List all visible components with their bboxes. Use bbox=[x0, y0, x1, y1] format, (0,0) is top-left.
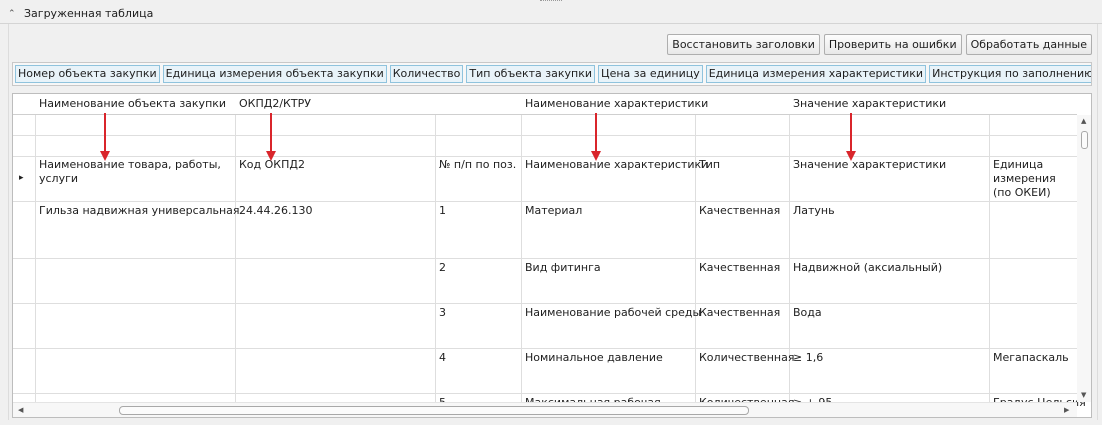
vertical-scrollbar[interactable]: ▲ ▼ bbox=[1077, 115, 1091, 402]
grid-cell[interactable]: Надвижной (аксиальный) bbox=[793, 261, 942, 275]
grid-cell[interactable]: Количественная bbox=[699, 351, 794, 365]
column-divider bbox=[435, 94, 436, 402]
field-chip-bar: Номер объекта закупки Единица измерения … bbox=[12, 62, 1092, 86]
vertical-scroll-thumb[interactable] bbox=[1081, 131, 1088, 149]
column-header[interactable]: Наименование объекта закупки bbox=[39, 97, 226, 111]
grid-cell[interactable]: Значение характеристики bbox=[793, 158, 946, 172]
row-divider bbox=[13, 303, 1077, 304]
row-divider bbox=[13, 156, 1077, 157]
column-divider bbox=[695, 94, 696, 402]
field-chip[interactable]: Тип объекта закупки bbox=[466, 65, 596, 83]
grid-cell[interactable]: 4 bbox=[439, 351, 446, 365]
row-divider bbox=[13, 201, 1077, 202]
grid-cell[interactable]: Материал bbox=[525, 204, 582, 218]
process-data-button[interactable]: Обработать данные bbox=[965, 34, 1092, 55]
splitter-grip[interactable] bbox=[540, 0, 562, 3]
row-divider bbox=[13, 135, 1077, 136]
red-arrow-down-icon bbox=[266, 113, 276, 161]
column-divider bbox=[521, 94, 522, 402]
current-row-indicator-icon: ▸ bbox=[19, 173, 24, 183]
row-divider bbox=[13, 393, 1077, 394]
grid-cell[interactable]: № п/п по поз. bbox=[439, 158, 516, 172]
grid-cell[interactable]: Номинальное давление bbox=[525, 351, 663, 365]
field-chip[interactable]: Количество bbox=[389, 65, 464, 83]
grid-cell[interactable]: Качественная bbox=[699, 204, 780, 218]
restore-headers-button[interactable]: Восстановить заголовки bbox=[667, 34, 820, 55]
scroll-up-icon[interactable]: ▲ bbox=[1081, 117, 1086, 125]
scroll-right-icon[interactable]: ▶ bbox=[1064, 406, 1069, 414]
grid-cell[interactable]: Качественная bbox=[699, 261, 780, 275]
field-chip[interactable]: Единица измерения характеристики bbox=[705, 65, 927, 83]
grid-cell[interactable]: 1 bbox=[439, 204, 446, 218]
column-divider bbox=[35, 94, 36, 402]
field-chip[interactable]: Номер объекта закупки bbox=[15, 65, 160, 83]
row-divider bbox=[13, 258, 1077, 259]
red-arrow-down-icon bbox=[100, 113, 110, 161]
grid-cell[interactable]: Гильза надвижная универсальная bbox=[39, 204, 240, 218]
grid-cell[interactable]: Качественная bbox=[699, 306, 780, 320]
chevron-up-icon[interactable]: ⌃ bbox=[8, 9, 18, 19]
grid-cell[interactable]: Вода bbox=[793, 306, 822, 320]
check-errors-button[interactable]: Проверить на ошибки bbox=[823, 34, 962, 55]
grid-cell[interactable]: Латунь bbox=[793, 204, 835, 218]
red-arrow-down-icon bbox=[591, 113, 601, 161]
column-divider bbox=[989, 94, 990, 402]
column-divider bbox=[235, 94, 236, 402]
grid-cell[interactable]: ≥ 1,6 bbox=[793, 351, 823, 365]
grid-cell[interactable]: Наименование товара, работы, услуги bbox=[39, 158, 229, 186]
grid-cell[interactable]: 3 bbox=[439, 306, 446, 320]
horizontal-scrollbar[interactable]: ◀ ▶ bbox=[13, 402, 1077, 417]
grid-cell[interactable]: 24.44.26.130 bbox=[239, 204, 312, 218]
field-chip[interactable]: Цена за единицу bbox=[598, 65, 703, 83]
group-header[interactable]: ⌃ Загруженная таблица bbox=[0, 4, 1102, 24]
horizontal-scroll-thumb[interactable] bbox=[119, 406, 749, 415]
field-chip[interactable]: Инструкция по заполнению характеристик в… bbox=[929, 65, 1091, 83]
grid-cell[interactable]: 2 bbox=[439, 261, 446, 275]
group-title: Загруженная таблица bbox=[24, 7, 154, 20]
column-header[interactable]: Значение характеристики bbox=[793, 97, 946, 111]
grid-cell[interactable]: Вид фитинга bbox=[525, 261, 601, 275]
data-grid[interactable]: Наименование объекта закупки ОКПД2/КТРУ … bbox=[12, 93, 1092, 418]
column-header[interactable]: Наименование характеристики bbox=[525, 97, 708, 111]
grid-cell[interactable]: Наименование характеристики bbox=[525, 158, 708, 172]
scroll-down-icon[interactable]: ▼ bbox=[1081, 391, 1086, 399]
field-chip[interactable]: Единица измерения объекта закупки bbox=[162, 65, 387, 83]
grid-cell[interactable]: Мегапаскаль bbox=[993, 351, 1069, 365]
grid-cell[interactable]: Наименование рабочей среды bbox=[525, 306, 701, 320]
row-divider bbox=[13, 348, 1077, 349]
scroll-left-icon[interactable]: ◀ bbox=[18, 406, 23, 414]
grid-cell[interactable]: Тип bbox=[699, 158, 720, 172]
grid-cell[interactable]: Единица измерения (по ОКЕИ) bbox=[993, 158, 1077, 200]
red-arrow-down-icon bbox=[846, 113, 856, 161]
grid-header-row: Наименование объекта закупки ОКПД2/КТРУ … bbox=[13, 94, 1077, 115]
toolbar: Восстановить заголовки Проверить на ошиб… bbox=[667, 34, 1092, 55]
column-header[interactable]: ОКПД2/КТРУ bbox=[239, 97, 311, 111]
